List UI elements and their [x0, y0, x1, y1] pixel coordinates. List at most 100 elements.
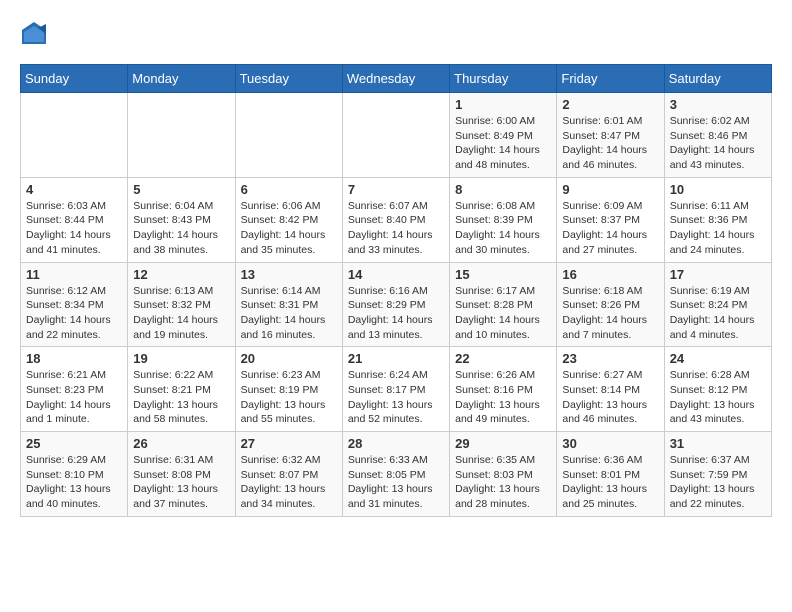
calendar-cell: 6 Sunrise: 6:06 AM Sunset: 8:42 PM Daylig…: [235, 177, 342, 262]
day-number: 13: [241, 267, 337, 282]
day-info: Sunrise: 6:37 AM Sunset: 7:59 PM Dayligh…: [670, 453, 766, 512]
calendar-cell: 31 Sunrise: 6:37 AM Sunset: 7:59 PM Dayli…: [664, 432, 771, 517]
day-info: Sunrise: 6:24 AM Sunset: 8:17 PM Dayligh…: [348, 368, 444, 427]
day-number: 6: [241, 182, 337, 197]
day-info: Sunrise: 6:19 AM Sunset: 8:24 PM Dayligh…: [670, 284, 766, 343]
day-number: 16: [562, 267, 658, 282]
day-number: 9: [562, 182, 658, 197]
day-info: Sunrise: 6:35 AM Sunset: 8:03 PM Dayligh…: [455, 453, 551, 512]
day-number: 11: [26, 267, 122, 282]
calendar-week-3: 11Sunrise: 6:12 AM Sunset: 8:34 PM Dayli…: [21, 262, 772, 347]
day-info: Sunrise: 6:14 AM Sunset: 8:31 PM Dayligh…: [241, 284, 337, 343]
day-info: Sunrise: 6:29 AM Sunset: 8:10 PM Dayligh…: [26, 453, 122, 512]
calendar-header-row: SundayMondayTuesdayWednesdayThursdayFrid…: [21, 65, 772, 93]
logo: [20, 20, 52, 48]
day-number: 4: [26, 182, 122, 197]
day-number: 8: [455, 182, 551, 197]
calendar-cell: 13 Sunrise: 6:14 AM Sunset: 8:31 PM Dayli…: [235, 262, 342, 347]
calendar-cell: 27Sunrise: 6:32 AM Sunset: 8:07 PM Dayli…: [235, 432, 342, 517]
calendar-cell: 11Sunrise: 6:12 AM Sunset: 8:34 PM Dayli…: [21, 262, 128, 347]
day-number: 21: [348, 351, 444, 366]
day-info: Sunrise: 6:13 AM Sunset: 8:32 PM Dayligh…: [133, 284, 229, 343]
day-number: 1: [455, 97, 551, 112]
day-number: 26: [133, 436, 229, 451]
day-number: 25: [26, 436, 122, 451]
day-number: 31: [670, 436, 766, 451]
calendar-cell: 4 Sunrise: 6:03 AM Sunset: 8:44 PM Daylig…: [21, 177, 128, 262]
calendar-header-tuesday: Tuesday: [235, 65, 342, 93]
day-number: 2: [562, 97, 658, 112]
calendar-header-saturday: Saturday: [664, 65, 771, 93]
day-info: Sunrise: 6:04 AM Sunset: 8:43 PM Dayligh…: [133, 199, 229, 258]
calendar-table: SundayMondayTuesdayWednesdayThursdayFrid…: [20, 64, 772, 517]
day-number: 22: [455, 351, 551, 366]
day-info: Sunrise: 6:03 AM Sunset: 8:44 PM Dayligh…: [26, 199, 122, 258]
calendar-cell: 2 Sunrise: 6:01 AM Sunset: 8:47 PM Daylig…: [557, 93, 664, 178]
calendar-cell: 10 Sunrise: 6:11 AM Sunset: 8:36 PM Dayli…: [664, 177, 771, 262]
day-number: 15: [455, 267, 551, 282]
calendar-cell: 14Sunrise: 6:16 AM Sunset: 8:29 PM Dayli…: [342, 262, 449, 347]
day-info: Sunrise: 6:31 AM Sunset: 8:08 PM Dayligh…: [133, 453, 229, 512]
day-info: Sunrise: 6:33 AM Sunset: 8:05 PM Dayligh…: [348, 453, 444, 512]
calendar-cell: [128, 93, 235, 178]
day-number: 12: [133, 267, 229, 282]
day-info: Sunrise: 6:26 AM Sunset: 8:16 PM Dayligh…: [455, 368, 551, 427]
day-number: 7: [348, 182, 444, 197]
calendar-week-2: 4 Sunrise: 6:03 AM Sunset: 8:44 PM Daylig…: [21, 177, 772, 262]
calendar-cell: [342, 93, 449, 178]
calendar-cell: 16 Sunrise: 6:18 AM Sunset: 8:26 PM Dayli…: [557, 262, 664, 347]
day-info: Sunrise: 6:01 AM Sunset: 8:47 PM Dayligh…: [562, 114, 658, 173]
calendar-cell: 29Sunrise: 6:35 AM Sunset: 8:03 PM Dayli…: [450, 432, 557, 517]
calendar-cell: 5 Sunrise: 6:04 AM Sunset: 8:43 PM Daylig…: [128, 177, 235, 262]
calendar-cell: 28 Sunrise: 6:33 AM Sunset: 8:05 PM Dayli…: [342, 432, 449, 517]
day-number: 30: [562, 436, 658, 451]
calendar-cell: 26 Sunrise: 6:31 AM Sunset: 8:08 PM Dayli…: [128, 432, 235, 517]
day-number: 17: [670, 267, 766, 282]
calendar-header-monday: Monday: [128, 65, 235, 93]
calendar-cell: 19 Sunrise: 6:22 AM Sunset: 8:21 PM Dayli…: [128, 347, 235, 432]
calendar-cell: 30 Sunrise: 6:36 AM Sunset: 8:01 PM Dayli…: [557, 432, 664, 517]
day-info: Sunrise: 6:18 AM Sunset: 8:26 PM Dayligh…: [562, 284, 658, 343]
calendar-cell: 25 Sunrise: 6:29 AM Sunset: 8:10 PM Dayli…: [21, 432, 128, 517]
day-info: Sunrise: 6:23 AM Sunset: 8:19 PM Dayligh…: [241, 368, 337, 427]
calendar-cell: 17 Sunrise: 6:19 AM Sunset: 8:24 PM Dayli…: [664, 262, 771, 347]
calendar-week-5: 25 Sunrise: 6:29 AM Sunset: 8:10 PM Dayli…: [21, 432, 772, 517]
logo-icon: [20, 20, 48, 48]
calendar-week-1: 1Sunrise: 6:00 AM Sunset: 8:49 PM Daylig…: [21, 93, 772, 178]
day-number: 28: [348, 436, 444, 451]
day-info: Sunrise: 6:11 AM Sunset: 8:36 PM Dayligh…: [670, 199, 766, 258]
calendar-header-wednesday: Wednesday: [342, 65, 449, 93]
calendar-cell: 23Sunrise: 6:27 AM Sunset: 8:14 PM Dayli…: [557, 347, 664, 432]
page-header: [20, 20, 772, 48]
calendar-header-sunday: Sunday: [21, 65, 128, 93]
day-info: Sunrise: 6:08 AM Sunset: 8:39 PM Dayligh…: [455, 199, 551, 258]
day-number: 20: [241, 351, 337, 366]
calendar-cell: 12 Sunrise: 6:13 AM Sunset: 8:32 PM Dayli…: [128, 262, 235, 347]
day-info: Sunrise: 6:22 AM Sunset: 8:21 PM Dayligh…: [133, 368, 229, 427]
day-info: Sunrise: 6:17 AM Sunset: 8:28 PM Dayligh…: [455, 284, 551, 343]
calendar-cell: 7Sunrise: 6:07 AM Sunset: 8:40 PM Daylig…: [342, 177, 449, 262]
day-info: Sunrise: 6:06 AM Sunset: 8:42 PM Dayligh…: [241, 199, 337, 258]
day-info: Sunrise: 6:16 AM Sunset: 8:29 PM Dayligh…: [348, 284, 444, 343]
day-info: Sunrise: 6:36 AM Sunset: 8:01 PM Dayligh…: [562, 453, 658, 512]
calendar-cell: 3Sunrise: 6:02 AM Sunset: 8:46 PM Daylig…: [664, 93, 771, 178]
day-info: Sunrise: 6:32 AM Sunset: 8:07 PM Dayligh…: [241, 453, 337, 512]
day-info: Sunrise: 6:21 AM Sunset: 8:23 PM Dayligh…: [26, 368, 122, 427]
day-number: 10: [670, 182, 766, 197]
calendar-cell: 20 Sunrise: 6:23 AM Sunset: 8:19 PM Dayli…: [235, 347, 342, 432]
day-number: 5: [133, 182, 229, 197]
day-number: 18: [26, 351, 122, 366]
day-info: Sunrise: 6:28 AM Sunset: 8:12 PM Dayligh…: [670, 368, 766, 427]
calendar-cell: [21, 93, 128, 178]
day-number: 19: [133, 351, 229, 366]
calendar-cell: 8 Sunrise: 6:08 AM Sunset: 8:39 PM Daylig…: [450, 177, 557, 262]
calendar-cell: 15 Sunrise: 6:17 AM Sunset: 8:28 PM Dayli…: [450, 262, 557, 347]
day-info: Sunrise: 6:09 AM Sunset: 8:37 PM Dayligh…: [562, 199, 658, 258]
calendar-cell: 22 Sunrise: 6:26 AM Sunset: 8:16 PM Dayli…: [450, 347, 557, 432]
calendar-week-4: 18 Sunrise: 6:21 AM Sunset: 8:23 PM Dayli…: [21, 347, 772, 432]
calendar-cell: 9 Sunrise: 6:09 AM Sunset: 8:37 PM Daylig…: [557, 177, 664, 262]
calendar-header-friday: Friday: [557, 65, 664, 93]
calendar-header-thursday: Thursday: [450, 65, 557, 93]
calendar-cell: 18 Sunrise: 6:21 AM Sunset: 8:23 PM Dayli…: [21, 347, 128, 432]
day-number: 3: [670, 97, 766, 112]
